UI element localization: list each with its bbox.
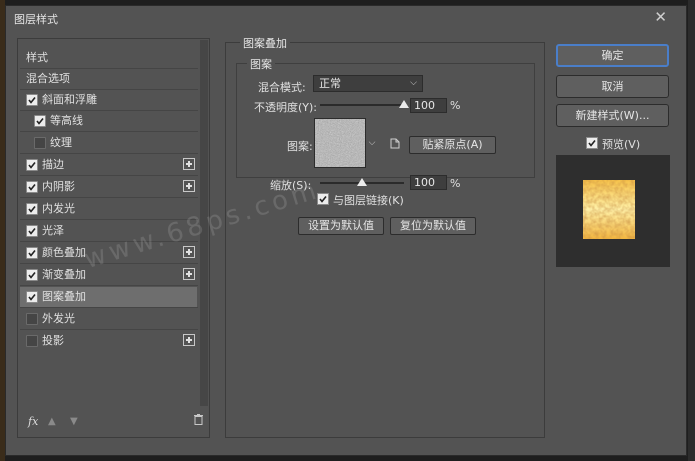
check-icon [28, 294, 36, 301]
blend-mode-select[interactable]: 正常 ⌵ [313, 75, 423, 92]
add-icon[interactable] [183, 268, 195, 280]
list-item-label: 斜面和浮雕 [42, 93, 97, 106]
section-title: 图案叠加 [240, 35, 290, 51]
blend-mode-value: 正常 [319, 77, 341, 90]
checkbox[interactable] [26, 94, 38, 106]
checkbox[interactable] [26, 335, 38, 347]
list-item[interactable]: 纹理 [20, 133, 197, 153]
link-with-layer-label: 与图层链接(K) [333, 194, 404, 207]
checkbox[interactable] [34, 115, 46, 127]
checkbox[interactable] [26, 313, 38, 325]
title-bar: 图层样式 ✕ [5, 5, 687, 31]
divider [20, 197, 198, 198]
divider [20, 175, 198, 176]
opacity-slider-track[interactable] [320, 104, 404, 106]
check-icon [28, 206, 36, 213]
checkbox[interactable] [26, 269, 38, 281]
ok-button[interactable]: 确定 [556, 44, 669, 67]
list-item-label: 描边 [42, 158, 64, 171]
opacity-slider-thumb[interactable] [399, 100, 409, 108]
scale-input[interactable]: 100 [410, 175, 447, 190]
list-toolbar: fx ▲ ▼ [20, 411, 206, 435]
check-icon [28, 272, 36, 279]
snap-to-origin-button[interactable]: 贴紧原点(A) [409, 136, 496, 154]
checkbox[interactable] [26, 159, 38, 171]
list-item[interactable]: 样式 [20, 48, 197, 68]
preview-thumbnail [583, 180, 635, 239]
divider [20, 153, 198, 154]
preview-texture [583, 180, 635, 239]
check-icon [28, 228, 36, 235]
check-icon [588, 140, 596, 147]
opacity-percent: % [450, 99, 461, 112]
new-style-button[interactable]: 新建样式(W)... [556, 104, 669, 127]
list-item[interactable]: 外发光 [20, 309, 197, 329]
list-item[interactable]: 混合选项 [20, 69, 197, 89]
pattern-dropdown-icon[interactable]: ⌵ [367, 118, 377, 168]
opacity-input[interactable]: 100 [410, 98, 447, 113]
list-item-label: 纹理 [50, 136, 72, 149]
checkbox[interactable] [26, 291, 38, 303]
list-item-label: 等高线 [50, 114, 83, 127]
preview-label: 预览(V) [602, 138, 641, 151]
list-item-label: 混合选项 [26, 72, 70, 85]
checkbox[interactable] [26, 181, 38, 193]
list-item[interactable]: 等高线 [20, 111, 197, 131]
list-item-label: 颜色叠加 [42, 246, 86, 259]
list-item-label: 外发光 [42, 312, 75, 325]
add-icon[interactable] [183, 158, 195, 170]
reset-default-button[interactable]: 复位为默认值 [390, 217, 476, 235]
check-icon [28, 97, 36, 104]
trash-icon[interactable] [194, 414, 203, 425]
group-title: 图案 [247, 56, 275, 72]
close-icon[interactable]: ✕ [654, 8, 667, 26]
add-icon[interactable] [183, 334, 195, 346]
divider [20, 131, 198, 132]
cancel-button[interactable]: 取消 [556, 75, 669, 98]
move-down-icon[interactable]: ▼ [70, 416, 78, 427]
divider [20, 307, 198, 308]
list-item[interactable]: 图案叠加 [20, 287, 197, 307]
add-icon[interactable] [183, 246, 195, 258]
checkbox[interactable] [34, 137, 46, 149]
scale-percent: % [450, 177, 461, 190]
list-item[interactable]: 投影 [20, 331, 197, 351]
list-item-label: 内发光 [42, 202, 75, 215]
checkbox[interactable] [26, 203, 38, 215]
check-icon [36, 118, 44, 125]
check-icon [28, 162, 36, 169]
list-item[interactable]: 斜面和浮雕 [20, 90, 197, 110]
divider [20, 285, 198, 286]
background-edge-right [688, 0, 695, 461]
fx-button[interactable]: fx [28, 415, 38, 428]
check-icon [28, 184, 36, 191]
list-item-label: 样式 [26, 51, 48, 64]
add-icon[interactable] [183, 180, 195, 192]
list-item-label: 渐变叠加 [42, 268, 86, 281]
list-item-label: 光泽 [42, 224, 64, 237]
list-item-label: 内阴影 [42, 180, 75, 193]
opacity-label: 不透明度(Y): [254, 101, 318, 114]
preview-checkbox[interactable] [586, 137, 598, 149]
chevron-down-icon: ⌵ [410, 78, 417, 88]
scale-slider-thumb[interactable] [357, 178, 367, 186]
list-item[interactable]: 内阴影 [20, 177, 197, 197]
list-item[interactable]: 内发光 [20, 199, 197, 219]
divider [20, 329, 198, 330]
make-default-button[interactable]: 设置为默认值 [298, 217, 384, 235]
pattern-label: 图案: [287, 140, 313, 153]
check-icon [28, 250, 36, 257]
pattern-texture [315, 119, 365, 167]
checkbox[interactable] [26, 225, 38, 237]
blend-mode-label: 混合模式: [258, 81, 306, 94]
checkbox[interactable] [26, 247, 38, 259]
window-title: 图层样式 [14, 13, 58, 26]
new-preset-icon[interactable] [390, 138, 400, 149]
list-item-label: 投影 [42, 334, 64, 347]
list-item[interactable]: 描边 [20, 155, 197, 175]
move-up-icon[interactable]: ▲ [48, 416, 56, 427]
list-item-label: 图案叠加 [42, 290, 86, 303]
pattern-swatch[interactable] [314, 118, 366, 168]
